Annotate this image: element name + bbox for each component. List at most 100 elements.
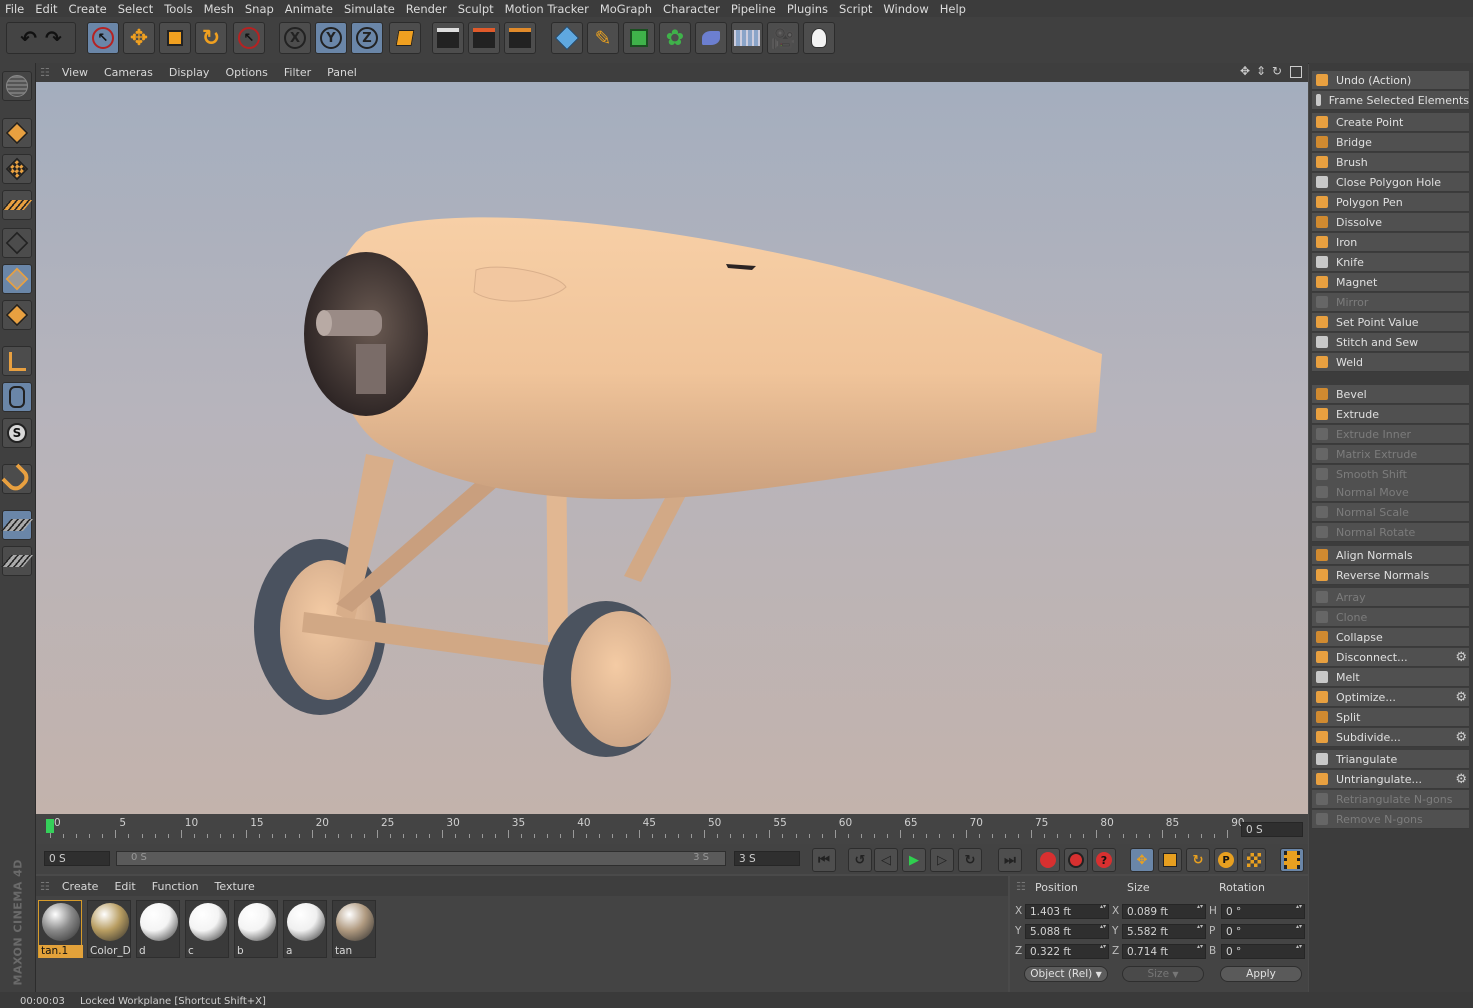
gear-icon[interactable]: ⚙ bbox=[1455, 772, 1467, 787]
command-knife[interactable]: Knife bbox=[1312, 253, 1469, 272]
menu-animate[interactable]: Animate bbox=[280, 2, 339, 16]
play-button[interactable]: ▶ bbox=[902, 848, 926, 872]
3d-viewport[interactable] bbox=[36, 82, 1308, 814]
command-brush[interactable]: Brush bbox=[1312, 153, 1469, 172]
command-optimize[interactable]: Optimize... ⚙ bbox=[1312, 688, 1469, 707]
menu-help[interactable]: Help bbox=[935, 2, 972, 16]
snap-button[interactable]: S bbox=[2, 418, 32, 448]
planar-workplane-button[interactable] bbox=[0, 546, 34, 576]
command-magnet[interactable]: Magnet bbox=[1312, 273, 1469, 292]
material-swatch[interactable]: d bbox=[136, 900, 180, 958]
menu-tools[interactable]: Tools bbox=[159, 2, 198, 16]
range-end-field[interactable]: 3 S bbox=[734, 851, 800, 866]
cube-button[interactable] bbox=[551, 22, 583, 54]
command-dissolve[interactable]: Dissolve bbox=[1312, 213, 1469, 232]
menu-motion-tracker[interactable]: Motion Tracker bbox=[500, 2, 595, 16]
rotation-h-field[interactable]: 0 ° bbox=[1221, 903, 1305, 919]
scale-button[interactable] bbox=[159, 22, 191, 54]
key-rotation-button[interactable]: ↻ bbox=[1186, 848, 1210, 872]
points-mode-button[interactable] bbox=[2, 228, 32, 258]
size-y-field[interactable]: 5.582 ft bbox=[1122, 923, 1206, 939]
render-settings-button[interactable] bbox=[504, 22, 536, 54]
position-x-field[interactable]: 1.403 ft bbox=[1025, 903, 1109, 919]
material-swatch[interactable]: Color_D bbox=[87, 900, 131, 958]
recent-tool-button[interactable]: ↖ bbox=[233, 22, 265, 54]
z-axis-button[interactable]: Z bbox=[351, 22, 383, 54]
pen-spline-button[interactable]: ✎ bbox=[587, 22, 619, 54]
subdivision-surface-button[interactable] bbox=[623, 22, 655, 54]
position-y-field[interactable]: 5.088 ft bbox=[1025, 923, 1109, 939]
menu-create[interactable]: Create bbox=[64, 2, 113, 16]
edges-mode-button[interactable] bbox=[2, 264, 32, 294]
command-reverse-normals[interactable]: Reverse Normals bbox=[1312, 566, 1469, 585]
command-create-point[interactable]: Create Point bbox=[1312, 113, 1469, 132]
zoom-icon[interactable]: ⇕ bbox=[1256, 64, 1266, 78]
goto-end-button[interactable]: ⏭ bbox=[998, 848, 1022, 872]
menu-pipeline[interactable]: Pipeline bbox=[726, 2, 782, 16]
menu-window[interactable]: Window bbox=[878, 2, 934, 16]
timeline-ruler[interactable]: 0 5 10 15 20 25 30 35 40 45 50 55 60 65 70 75 80 85 90 0 S bbox=[36, 814, 1308, 844]
undo-icon[interactable]: ↶ bbox=[20, 26, 37, 50]
material-swatch[interactable]: c bbox=[185, 900, 229, 958]
command-close-polygon-hole[interactable]: Close Polygon Hole bbox=[1312, 173, 1469, 192]
material-menu-edit[interactable]: Edit bbox=[106, 880, 143, 893]
menu-script[interactable]: Script bbox=[834, 2, 878, 16]
autokey-button[interactable] bbox=[1064, 848, 1088, 872]
polygons-mode-button[interactable] bbox=[2, 300, 32, 330]
range-slider[interactable]: 0 S 3 S bbox=[116, 851, 726, 866]
y-axis-button[interactable]: Y bbox=[315, 22, 347, 54]
menu-plugins[interactable]: Plugins bbox=[782, 2, 834, 16]
material-swatch[interactable]: b bbox=[234, 900, 278, 958]
viewport-solo-button[interactable] bbox=[2, 71, 32, 101]
command-bevel[interactable]: Bevel bbox=[1312, 385, 1469, 404]
floor-button[interactable] bbox=[731, 22, 763, 54]
range-start-field[interactable]: 0 S bbox=[44, 851, 110, 866]
gear-icon[interactable]: ⚙ bbox=[1455, 730, 1467, 745]
gear-icon[interactable]: ⚙ bbox=[1455, 650, 1467, 665]
render-view-button[interactable] bbox=[432, 22, 464, 54]
tweak-mode-button[interactable] bbox=[2, 382, 32, 412]
material-swatch[interactable]: tan.1 bbox=[38, 900, 83, 958]
position-z-field[interactable]: 0.322 ft bbox=[1025, 943, 1109, 959]
goto-start-button[interactable]: ⏮ bbox=[812, 848, 836, 872]
prev-frame-button[interactable]: ◁ bbox=[874, 848, 898, 872]
command-polygon-pen[interactable]: Polygon Pen bbox=[1312, 193, 1469, 212]
texture-mode-button[interactable] bbox=[2, 154, 32, 184]
command-bridge[interactable]: Bridge bbox=[1312, 133, 1469, 152]
locked-workplane-button[interactable] bbox=[0, 510, 34, 540]
key-scale-button[interactable] bbox=[1158, 848, 1182, 872]
menu-select[interactable]: Select bbox=[113, 2, 159, 16]
timeline-window-button[interactable] bbox=[1280, 848, 1304, 872]
next-key-button[interactable]: ↻ bbox=[958, 848, 982, 872]
coordinate-mode-dropdown[interactable]: Object (Rel) ▼ bbox=[1024, 966, 1108, 982]
material-menu-function[interactable]: Function bbox=[144, 880, 207, 893]
command-undo-action[interactable]: Undo (Action) bbox=[1312, 71, 1469, 90]
rotation-b-field[interactable]: 0 ° bbox=[1221, 943, 1305, 959]
menu-simulate[interactable]: Simulate bbox=[339, 2, 401, 16]
material-menu-create[interactable]: Create bbox=[54, 880, 107, 893]
apply-button[interactable]: Apply bbox=[1220, 966, 1302, 982]
coordinate-system-button[interactable] bbox=[389, 22, 421, 54]
menu-render[interactable]: Render bbox=[401, 2, 453, 16]
command-stitch-and-sew[interactable]: Stitch and Sew bbox=[1312, 333, 1469, 352]
viewport-menu-cameras[interactable]: Cameras bbox=[96, 66, 161, 79]
viewport-menu-view[interactable]: View bbox=[54, 66, 96, 79]
rotation-p-field[interactable]: 0 ° bbox=[1221, 923, 1305, 939]
command-split[interactable]: Split bbox=[1312, 708, 1469, 727]
menu-mograph[interactable]: MoGraph bbox=[595, 2, 658, 16]
command-set-point-value[interactable]: Set Point Value bbox=[1312, 313, 1469, 332]
key-position-button[interactable]: ✥ bbox=[1130, 848, 1154, 872]
command-subdivide[interactable]: Subdivide... ⚙ bbox=[1312, 728, 1469, 747]
x-axis-button[interactable]: X bbox=[279, 22, 311, 54]
command-melt[interactable]: Melt bbox=[1312, 668, 1469, 687]
model-mode-button[interactable] bbox=[2, 118, 32, 148]
workplane-mode-button[interactable] bbox=[1, 190, 33, 220]
airplane-model[interactable] bbox=[36, 82, 1308, 814]
render-picture-viewer-button[interactable] bbox=[468, 22, 500, 54]
command-triangulate[interactable]: Triangulate bbox=[1312, 750, 1469, 769]
camera-button[interactable]: 🎥 bbox=[767, 22, 799, 54]
command-untriangulate[interactable]: Untriangulate... ⚙ bbox=[1312, 770, 1469, 789]
material-menu-texture[interactable]: Texture bbox=[207, 880, 263, 893]
deformer-button[interactable] bbox=[695, 22, 727, 54]
prev-key-button[interactable]: ↺ bbox=[848, 848, 872, 872]
